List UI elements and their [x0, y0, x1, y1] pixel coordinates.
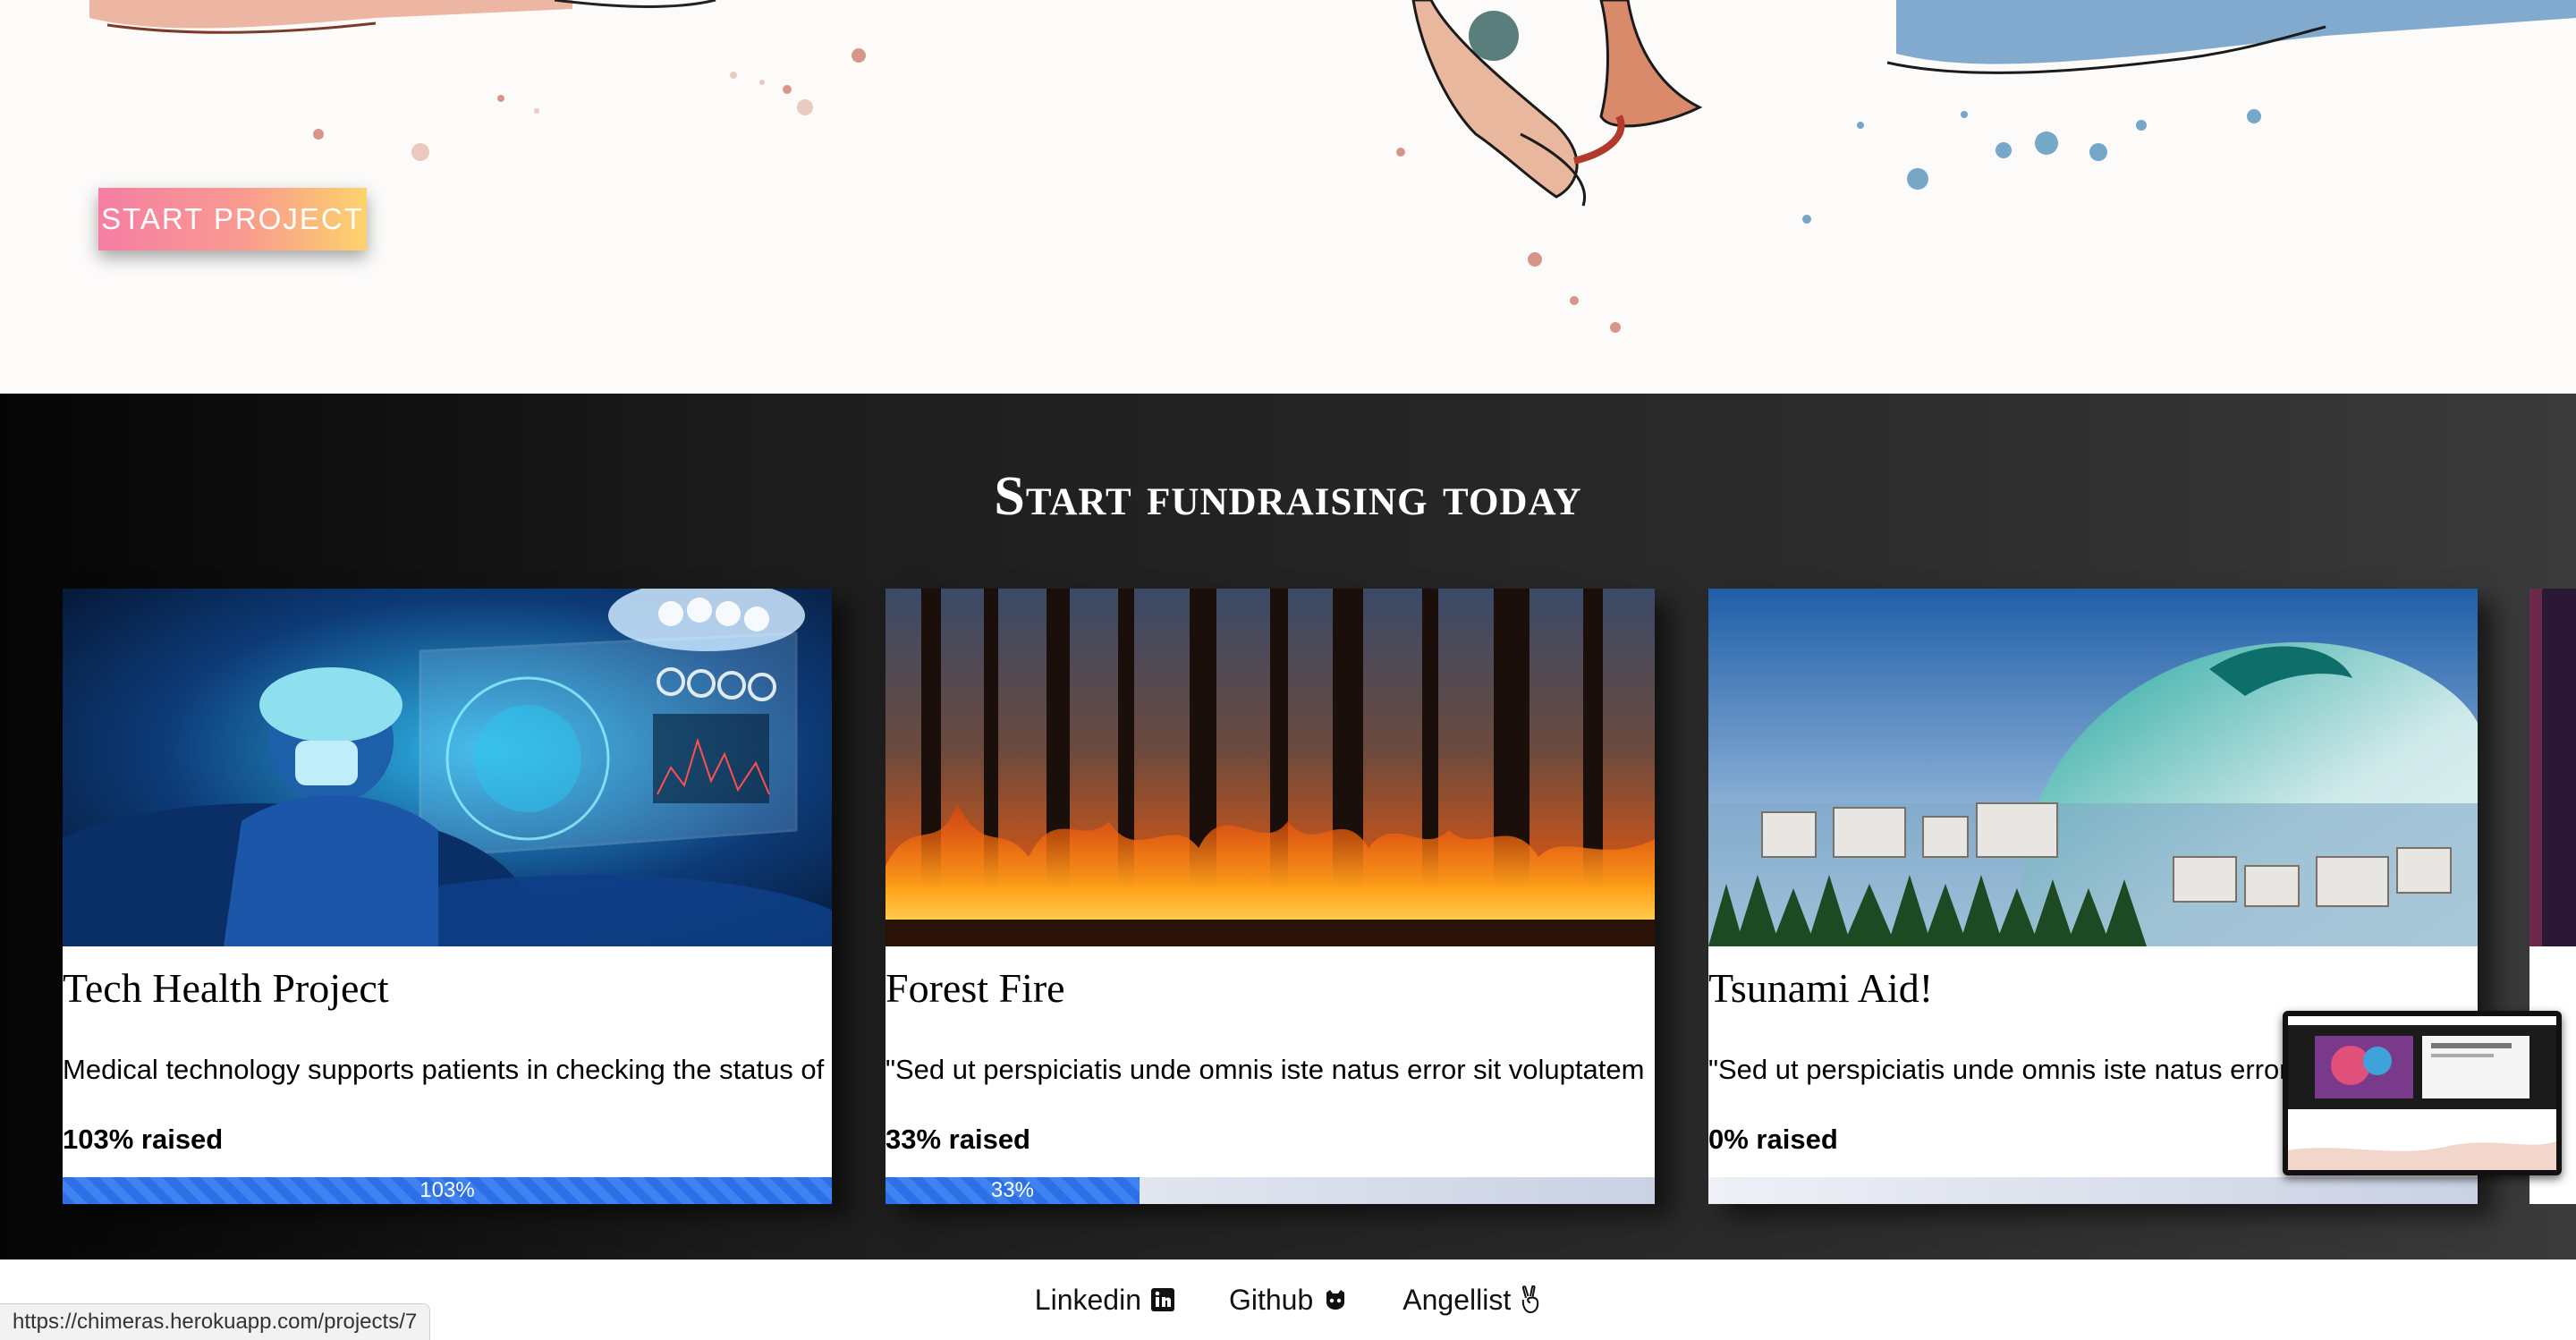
progress-fill: 103% [63, 1177, 832, 1204]
project-image[interactable] [63, 589, 832, 946]
raised-label: 0% raised [1708, 1124, 1838, 1155]
hero-watercolor-illustration [89, 0, 2576, 333]
fundraising-section: Start fundraising today Tech Health Proj… [0, 394, 2576, 1259]
raised-label: 33% raised [886, 1124, 1030, 1155]
project-card[interactable]: Forest Fire "Sed ut perspiciatis unde om… [886, 589, 1655, 1204]
angellist-icon [1522, 1285, 1539, 1313]
video-preview-overlay[interactable] [2283, 1011, 2562, 1175]
github-icon [1326, 1290, 1345, 1310]
project-title[interactable]: Tsunami Aid! [1708, 964, 1933, 1012]
linkedin-link-label: Linkedin [1034, 1283, 1141, 1316]
project-card[interactable]: Tech Health Project Medical technology s… [63, 589, 832, 1204]
progress-fill: 33% [886, 1177, 1140, 1204]
partial-project-image [2529, 589, 2576, 946]
angellist-link-label: Angellist [1402, 1283, 1512, 1316]
hero-banner: START PROJECT [0, 0, 2576, 394]
tsunami-image [1708, 589, 2478, 946]
project-title[interactable]: Forest Fire [886, 964, 1065, 1012]
project-description: "Sed ut perspiciatis unde omnis iste nat… [886, 1054, 1645, 1085]
footer: Linkedin Github Angellist https://chimer… [0, 1259, 2576, 1340]
progress-bar [1708, 1177, 2478, 1204]
section-title: Start fundraising today [994, 466, 1582, 527]
linkedin-icon [1150, 1288, 1174, 1311]
github-link[interactable]: Github [1229, 1284, 1349, 1317]
browser-status-url: https://chimeras.herokuapp.com/projects/… [0, 1303, 431, 1340]
project-image[interactable] [1708, 589, 2478, 946]
progress-bar: 103% [63, 1177, 832, 1204]
start-project-button[interactable]: START PROJECT [98, 188, 367, 250]
angellist-link[interactable]: Angellist [1402, 1284, 1541, 1317]
forest-fire-image [886, 589, 1655, 946]
linkedin-link[interactable]: Linkedin [1035, 1284, 1175, 1317]
tech-health-image [63, 589, 832, 946]
project-description: Medical technology supports patients in … [63, 1054, 825, 1085]
github-link-label: Github [1228, 1283, 1314, 1316]
progress-bar: 33% [886, 1177, 1655, 1204]
preview-thumbnail [2288, 1016, 2556, 1170]
project-title[interactable]: Tech Health Project [63, 964, 389, 1012]
project-image[interactable] [886, 589, 1655, 946]
raised-label: 103% raised [63, 1124, 224, 1155]
